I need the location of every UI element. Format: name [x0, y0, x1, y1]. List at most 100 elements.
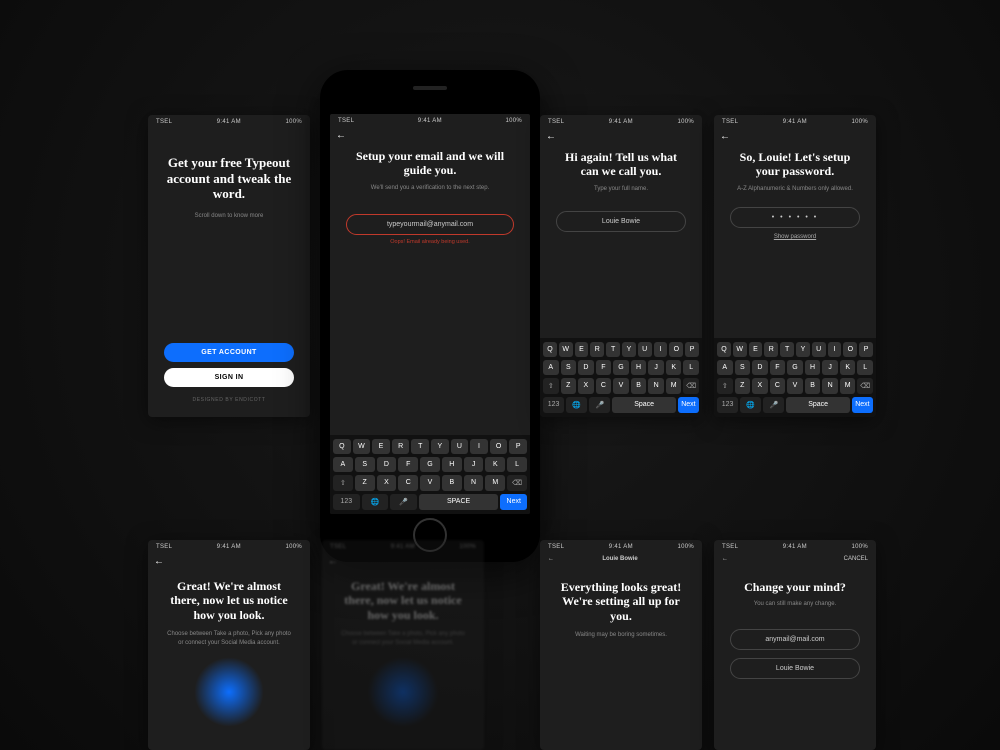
key-V[interactable]: V: [420, 475, 440, 491]
password-input[interactable]: • • • • • •: [730, 207, 860, 228]
key-Y[interactable]: Y: [431, 439, 449, 454]
key-num[interactable]: 123: [543, 397, 564, 413]
key-F[interactable]: F: [398, 457, 418, 472]
key-U[interactable]: U: [638, 342, 652, 357]
key-O[interactable]: O: [490, 439, 508, 454]
key-Z[interactable]: Z: [561, 378, 577, 394]
sign-in-button[interactable]: SIGN IN: [164, 368, 294, 387]
key-space[interactable]: Space: [786, 397, 849, 413]
key-H[interactable]: H: [631, 360, 647, 375]
key-L[interactable]: L: [683, 360, 699, 375]
key-U[interactable]: U: [451, 439, 469, 454]
key-X[interactable]: X: [377, 475, 397, 491]
key-M[interactable]: M: [840, 378, 856, 394]
key-E[interactable]: E: [372, 439, 390, 454]
key-J[interactable]: J: [822, 360, 838, 375]
key-globe[interactable]: 🌐: [566, 397, 587, 413]
keyboard[interactable]: QWERTYUIOPASDFGHJKL⇧ZXCVBNM⌫123🌐🎤SpaceNe…: [540, 338, 702, 417]
name-input[interactable]: Louie Bowie: [556, 211, 686, 232]
key-⇧[interactable]: ⇧: [543, 378, 559, 394]
key-O[interactable]: O: [843, 342, 857, 357]
key-K[interactable]: K: [485, 457, 505, 472]
key-P[interactable]: P: [859, 342, 873, 357]
key-R[interactable]: R: [590, 342, 604, 357]
key-B[interactable]: B: [442, 475, 462, 491]
key-W[interactable]: W: [733, 342, 747, 357]
key-⌫[interactable]: ⌫: [507, 475, 527, 491]
key-space[interactable]: Space: [612, 397, 675, 413]
key-K[interactable]: K: [666, 360, 682, 375]
key-R[interactable]: R: [764, 342, 778, 357]
key-S[interactable]: S: [561, 360, 577, 375]
change-email-input[interactable]: anymail@mail.com: [730, 629, 860, 650]
key-P[interactable]: P: [685, 342, 699, 357]
key-R[interactable]: R: [392, 439, 410, 454]
key-num[interactable]: 123: [333, 494, 360, 510]
key-A[interactable]: A: [333, 457, 353, 472]
key-S[interactable]: S: [735, 360, 751, 375]
key-mic[interactable]: 🎤: [763, 397, 784, 413]
key-mic[interactable]: 🎤: [390, 494, 417, 510]
change-name-input[interactable]: Louie Bowie: [730, 658, 860, 679]
key-Y[interactable]: Y: [796, 342, 810, 357]
key-N[interactable]: N: [822, 378, 838, 394]
cancel-button[interactable]: CANCEL: [844, 556, 868, 562]
key-E[interactable]: E: [749, 342, 763, 357]
keyboard[interactable]: QWERTYUIOPASDFGHJKL⇧ZXCVBNM⌫123🌐🎤SpaceNe…: [714, 338, 876, 417]
key-F[interactable]: F: [770, 360, 786, 375]
key-space[interactable]: SPACE: [419, 494, 499, 510]
key-next[interactable]: Next: [500, 494, 527, 510]
key-Z[interactable]: Z: [735, 378, 751, 394]
back-arrow-icon[interactable]: ←: [714, 129, 736, 144]
email-input[interactable]: typeyourmail@anymail.com: [346, 214, 514, 235]
key-⌫[interactable]: ⌫: [857, 378, 873, 394]
key-A[interactable]: A: [543, 360, 559, 375]
key-I[interactable]: I: [654, 342, 668, 357]
key-⇧[interactable]: ⇧: [717, 378, 733, 394]
key-J[interactable]: J: [648, 360, 664, 375]
key-B[interactable]: B: [631, 378, 647, 394]
key-Q[interactable]: Q: [543, 342, 557, 357]
key-globe[interactable]: 🌐: [362, 494, 389, 510]
key-D[interactable]: D: [377, 457, 397, 472]
key-G[interactable]: G: [787, 360, 803, 375]
key-next[interactable]: Next: [678, 397, 699, 413]
key-N[interactable]: N: [464, 475, 484, 491]
key-mic[interactable]: 🎤: [589, 397, 610, 413]
key-X[interactable]: X: [578, 378, 594, 394]
key-E[interactable]: E: [575, 342, 589, 357]
key-W[interactable]: W: [353, 439, 371, 454]
key-X[interactable]: X: [752, 378, 768, 394]
key-G[interactable]: G: [420, 457, 440, 472]
key-T[interactable]: T: [411, 439, 429, 454]
key-Z[interactable]: Z: [355, 475, 375, 491]
key-Y[interactable]: Y: [622, 342, 636, 357]
key-T[interactable]: T: [606, 342, 620, 357]
key-Q[interactable]: Q: [333, 439, 351, 454]
key-C[interactable]: C: [770, 378, 786, 394]
back-arrow-icon[interactable]: ←: [722, 556, 728, 562]
key-num[interactable]: 123: [717, 397, 738, 413]
key-P[interactable]: P: [509, 439, 527, 454]
key-L[interactable]: L: [857, 360, 873, 375]
key-B[interactable]: B: [805, 378, 821, 394]
get-account-button[interactable]: GET ACCOUNT: [164, 343, 294, 362]
key-K[interactable]: K: [840, 360, 856, 375]
key-H[interactable]: H: [805, 360, 821, 375]
keyboard[interactable]: QWERTYUIOPASDFGHJKL⇧ZXCVBNM⌫123🌐🎤SPACENe…: [330, 435, 530, 514]
key-S[interactable]: S: [355, 457, 375, 472]
key-C[interactable]: C: [398, 475, 418, 491]
key-N[interactable]: N: [648, 378, 664, 394]
key-D[interactable]: D: [578, 360, 594, 375]
show-password-link[interactable]: Show password: [730, 234, 860, 240]
key-D[interactable]: D: [752, 360, 768, 375]
key-W[interactable]: W: [559, 342, 573, 357]
key-G[interactable]: G: [613, 360, 629, 375]
key-V[interactable]: V: [613, 378, 629, 394]
key-J[interactable]: J: [464, 457, 484, 472]
key-F[interactable]: F: [596, 360, 612, 375]
key-Q[interactable]: Q: [717, 342, 731, 357]
key-C[interactable]: C: [596, 378, 612, 394]
key-⇧[interactable]: ⇧: [333, 475, 353, 491]
key-M[interactable]: M: [666, 378, 682, 394]
